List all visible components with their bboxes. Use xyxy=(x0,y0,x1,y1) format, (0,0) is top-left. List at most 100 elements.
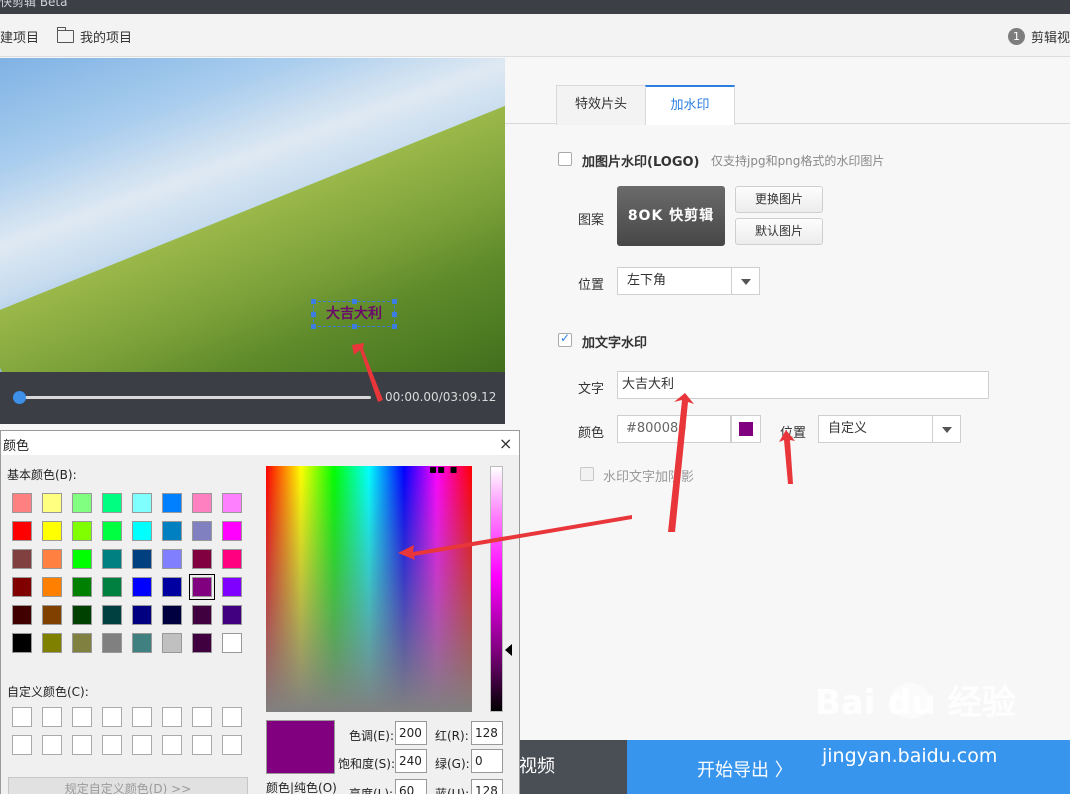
basic-color-swatch[interactable] xyxy=(132,605,152,625)
basic-color-swatch[interactable] xyxy=(72,493,92,513)
text-position-select[interactable]: 自定义 xyxy=(818,415,961,443)
custom-color-swatch[interactable] xyxy=(42,707,62,727)
basic-color-swatch[interactable] xyxy=(42,549,62,569)
basic-color-swatch[interactable] xyxy=(72,521,92,541)
resize-handle[interactable] xyxy=(311,299,316,304)
basic-color-swatch[interactable] xyxy=(102,633,122,653)
basic-color-swatch[interactable] xyxy=(162,633,182,653)
custom-color-swatch[interactable] xyxy=(102,735,122,755)
basic-color-swatch[interactable] xyxy=(132,521,152,541)
close-icon[interactable]: × xyxy=(499,434,512,453)
basic-color-swatch[interactable] xyxy=(192,549,212,569)
basic-color-swatch[interactable] xyxy=(222,493,242,513)
progress-knob[interactable] xyxy=(13,391,26,404)
custom-color-swatch[interactable] xyxy=(132,707,152,727)
basic-color-swatch[interactable] xyxy=(222,605,242,625)
tab-effects-intro[interactable]: 特效片头 xyxy=(556,85,646,125)
color-hex-input[interactable]: #800080 xyxy=(617,415,731,443)
new-project-button[interactable]: 建项目 xyxy=(0,27,39,46)
image-watermark-checkbox[interactable] xyxy=(558,152,572,166)
basic-color-swatch[interactable] xyxy=(162,493,182,513)
hue-input[interactable]: 200 xyxy=(395,721,427,745)
custom-color-swatch[interactable] xyxy=(162,735,182,755)
custom-color-swatch[interactable] xyxy=(12,707,32,727)
basic-color-swatch[interactable] xyxy=(72,633,92,653)
basic-color-swatch[interactable] xyxy=(222,549,242,569)
basic-color-swatch[interactable] xyxy=(189,574,215,600)
basic-color-swatch[interactable] xyxy=(222,633,242,653)
luminance-input[interactable]: 60 xyxy=(395,779,427,794)
basic-color-swatch[interactable] xyxy=(192,521,212,541)
basic-color-swatch[interactable] xyxy=(102,605,122,625)
text-watermark-checkbox[interactable] xyxy=(558,331,572,347)
custom-color-swatch[interactable] xyxy=(12,735,32,755)
replace-image-button[interactable]: 更换图片 xyxy=(735,186,823,213)
basic-color-swatch[interactable] xyxy=(192,633,212,653)
basic-color-swatch[interactable] xyxy=(72,577,92,597)
basic-color-swatch[interactable] xyxy=(42,521,62,541)
basic-color-swatch[interactable] xyxy=(192,493,212,513)
basic-color-swatch[interactable] xyxy=(222,521,242,541)
basic-color-swatch[interactable] xyxy=(162,549,182,569)
basic-color-swatch[interactable] xyxy=(162,521,182,541)
custom-color-swatch[interactable] xyxy=(162,707,182,727)
custom-color-swatch[interactable] xyxy=(42,735,62,755)
basic-color-swatch[interactable] xyxy=(102,549,122,569)
luminance-slider[interactable] xyxy=(490,466,503,712)
custom-color-swatch[interactable] xyxy=(192,707,212,727)
luminance-pointer-icon[interactable] xyxy=(505,644,512,656)
resize-handle[interactable] xyxy=(392,299,397,304)
my-projects-button[interactable]: 我的项目 xyxy=(56,27,132,46)
image-position-select[interactable]: 左下角 xyxy=(617,267,760,295)
basic-color-swatch[interactable] xyxy=(132,633,152,653)
basic-color-swatch[interactable] xyxy=(12,493,32,513)
basic-color-swatch[interactable] xyxy=(102,521,122,541)
resize-handle[interactable] xyxy=(311,312,316,317)
red-input[interactable]: 128 xyxy=(471,721,503,745)
basic-color-swatch[interactable] xyxy=(102,577,122,597)
custom-color-swatch[interactable] xyxy=(192,735,212,755)
basic-color-swatch[interactable] xyxy=(192,605,212,625)
blue-input[interactable]: 128 xyxy=(471,779,503,794)
basic-color-swatch[interactable] xyxy=(42,605,62,625)
color-picker-button[interactable] xyxy=(731,415,761,443)
help-step-button[interactable]: 1 剪辑视 xyxy=(1007,27,1070,46)
basic-color-swatch[interactable] xyxy=(132,549,152,569)
basic-color-swatch[interactable] xyxy=(162,577,182,597)
basic-color-swatch[interactable] xyxy=(42,633,62,653)
basic-color-swatch[interactable] xyxy=(42,493,62,513)
default-image-button[interactable]: 默认图片 xyxy=(735,218,823,245)
custom-color-swatch[interactable] xyxy=(102,707,122,727)
basic-color-swatch[interactable] xyxy=(12,549,32,569)
text-shadow-checkbox[interactable] xyxy=(580,467,594,481)
basic-color-swatch[interactable] xyxy=(132,577,152,597)
custom-color-swatch[interactable] xyxy=(132,735,152,755)
basic-color-swatch[interactable] xyxy=(72,549,92,569)
resize-handle[interactable] xyxy=(311,324,316,329)
tab-add-watermark[interactable]: 加水印 xyxy=(645,85,735,125)
saturation-input[interactable]: 240 xyxy=(395,749,427,773)
watermark-text-input[interactable]: 大吉大利 xyxy=(617,371,989,399)
resize-handle[interactable] xyxy=(352,324,357,329)
basic-color-swatch[interactable] xyxy=(132,493,152,513)
custom-color-swatch[interactable] xyxy=(72,707,92,727)
basic-color-swatch[interactable] xyxy=(12,577,32,597)
text-watermark-overlay[interactable]: 大吉大利 xyxy=(311,299,397,329)
basic-color-swatch[interactable] xyxy=(12,633,32,653)
custom-color-swatch[interactable] xyxy=(222,735,242,755)
basic-color-swatch[interactable] xyxy=(162,605,182,625)
basic-color-swatch[interactable] xyxy=(72,605,92,625)
basic-color-swatch[interactable] xyxy=(12,521,32,541)
define-custom-colors-button[interactable]: 规定自定义颜色(D) >> xyxy=(8,777,248,794)
basic-color-swatch[interactable] xyxy=(42,577,62,597)
resize-handle[interactable] xyxy=(392,324,397,329)
basic-color-swatch[interactable] xyxy=(12,605,32,625)
basic-color-swatch[interactable] xyxy=(222,577,242,597)
color-spectrum[interactable] xyxy=(266,466,472,712)
resize-handle[interactable] xyxy=(392,312,397,317)
video-preview[interactable]: 大吉大利 xyxy=(0,58,505,372)
custom-color-swatch[interactable] xyxy=(72,735,92,755)
bottom-left-segment[interactable]: 视频 xyxy=(505,740,627,794)
custom-color-swatch[interactable] xyxy=(222,707,242,727)
progress-track[interactable] xyxy=(19,396,371,399)
